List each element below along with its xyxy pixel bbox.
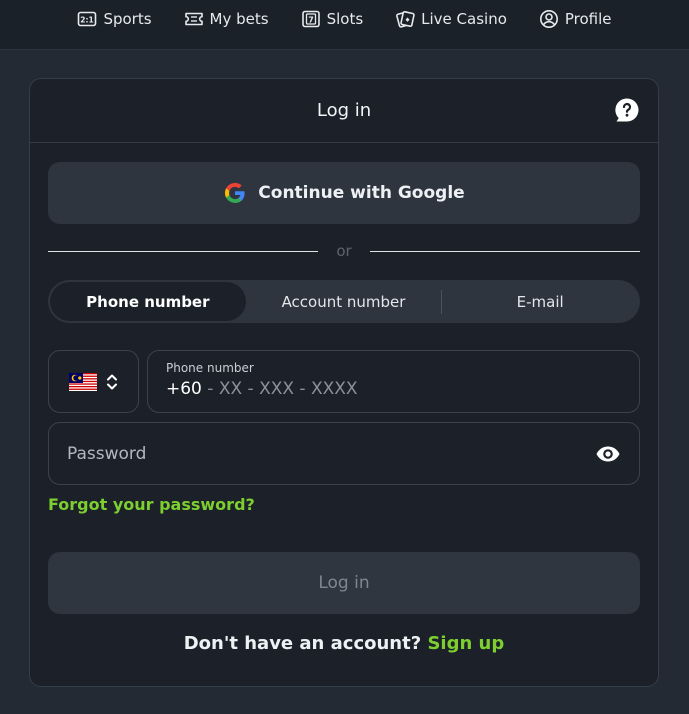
malaysia-flag-icon <box>68 372 97 391</box>
top-navigation: 2:1 Sports My bets 7 Slots Live Casino P… <box>0 0 689 50</box>
tab-phone-number[interactable]: Phone number <box>50 282 246 321</box>
phone-number-value: +60 - XX - XXX - XXXX <box>166 379 639 399</box>
signup-prompt: Don't have an account? <box>183 633 422 654</box>
phone-mask-placeholder: - XX - XXX - XXXX <box>201 379 358 399</box>
chevron-up-down-icon <box>106 374 117 389</box>
login-card-header: Log in <box>30 79 658 143</box>
signup-link[interactable]: Sign up <box>427 633 504 654</box>
tab-account-number[interactable]: Account number <box>246 282 442 321</box>
eye-icon[interactable] <box>595 442 621 466</box>
user-circle-icon <box>539 9 558 28</box>
nav-label-profile: Profile <box>564 9 612 28</box>
nav-item-my-bets[interactable]: My bets <box>184 9 269 29</box>
nav-item-slots[interactable]: 7 Slots <box>301 9 364 29</box>
tab-email[interactable]: E-mail <box>442 282 638 321</box>
nav-item-sports[interactable]: 2:1 Sports <box>77 9 152 29</box>
password-placeholder: Password <box>67 443 147 464</box>
nav-item-live-casino[interactable]: Live Casino <box>395 9 507 29</box>
nav-label-live-casino: Live Casino <box>421 9 507 28</box>
password-input[interactable]: Password <box>48 422 640 485</box>
svg-text:7: 7 <box>308 15 314 24</box>
country-code-select[interactable] <box>48 350 139 413</box>
google-button-label: Continue with Google <box>258 183 465 203</box>
divider-line-right <box>370 251 640 252</box>
nav-label-sports: Sports <box>103 9 152 28</box>
svg-text:2:1: 2:1 <box>81 15 94 24</box>
cards-icon <box>396 10 415 28</box>
phone-prefix: +60 <box>166 379 202 399</box>
login-method-tabs: Phone number Account number E-mail <box>48 280 640 323</box>
ticket-icon <box>184 12 203 25</box>
phone-number-label: Phone number <box>166 361 254 375</box>
help-chat-icon[interactable] <box>614 97 640 123</box>
nav-label-slots: Slots <box>326 9 364 28</box>
scoreboard-icon: 2:1 <box>78 11 97 26</box>
login-submit-button[interactable]: Log in <box>48 552 640 614</box>
signup-row: Don't have an account? Sign up <box>30 633 658 654</box>
or-divider: or <box>48 242 640 262</box>
phone-number-input[interactable]: Phone number +60 - XX - XXX - XXXX <box>147 350 640 413</box>
continue-with-google-button[interactable]: Continue with Google <box>48 162 640 224</box>
slot-machine-icon: 7 <box>301 10 320 27</box>
forgot-password-link[interactable]: Forgot your password? <box>48 495 255 514</box>
nav-items: 2:1 Sports My bets 7 Slots Live Casino P… <box>77 9 612 29</box>
nav-label-my-bets: My bets <box>209 9 269 28</box>
login-card: Log in Continue with Google or Phone num… <box>29 78 659 687</box>
nav-item-profile[interactable]: Profile <box>539 9 612 29</box>
login-title: Log in <box>316 100 372 121</box>
google-icon <box>225 182 245 204</box>
